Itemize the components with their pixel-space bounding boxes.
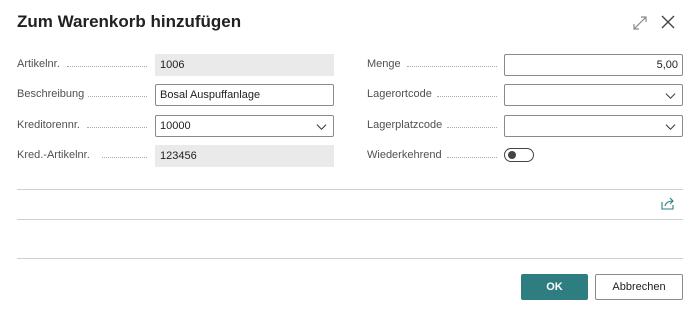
field-label-artikelnr: Artikelnr. [17, 58, 64, 70]
lagerplatzcode-select[interactable] [504, 115, 683, 137]
chevron-down-icon [316, 124, 327, 131]
toggle-knob [508, 151, 516, 159]
kreditorennr-select[interactable]: 10000 [155, 115, 334, 137]
kred-artikelnr-value: 123456 [155, 145, 334, 167]
cancel-button[interactable]: Abbrechen [595, 274, 683, 300]
beschreibung-input[interactable]: Bosal Auspuffanlage [155, 84, 334, 106]
dialog-title: Zum Warenkorb hinzufügen [17, 12, 242, 31]
divider [17, 189, 683, 190]
field-label-kred-artikelnr: Kred.-Artikelnr. [17, 149, 94, 161]
field-wiederkehrend: Wiederkehrend [367, 145, 683, 167]
artikelnr-value: 1006 [155, 54, 334, 76]
ok-button[interactable]: OK [521, 274, 588, 300]
expand-icon[interactable] [632, 15, 648, 31]
field-beschreibung: Beschreibung Bosal Auspuffanlage [17, 84, 334, 106]
kreditorennr-value: 10000 [160, 120, 191, 132]
menge-input[interactable]: 5,00 [504, 54, 683, 76]
field-label-wiederkehrend: Wiederkehrend [367, 149, 446, 161]
leader-dots [407, 66, 497, 67]
divider [17, 258, 683, 259]
field-kreditorennr: Kreditorennr. 10000 [17, 115, 334, 137]
leader-dots [437, 96, 497, 97]
leader-dots [102, 157, 147, 158]
leader-dots [67, 66, 147, 67]
close-icon[interactable] [660, 14, 676, 30]
leader-dots [447, 157, 497, 158]
field-lagerplatzcode: Lagerplatzcode [367, 115, 683, 137]
field-label-beschreibung: Beschreibung [17, 88, 89, 100]
field-artikelnr: Artikelnr. 1006 [17, 54, 334, 76]
leader-dots [87, 96, 147, 97]
field-kred-artikelnr: Kred.-Artikelnr. 123456 [17, 145, 334, 167]
field-label-menge: Menge [367, 58, 405, 70]
share-icon[interactable] [661, 197, 675, 210]
chevron-down-icon [665, 93, 676, 100]
leader-dots [87, 127, 147, 128]
leader-dots [447, 127, 497, 128]
wiederkehrend-toggle[interactable] [504, 148, 534, 162]
chevron-down-icon [665, 124, 676, 131]
divider [17, 219, 683, 220]
field-menge: Menge 5,00 [367, 54, 683, 76]
field-label-kreditorennr: Kreditorennr. [17, 119, 84, 131]
field-label-lagerplatzcode: Lagerplatzcode [367, 119, 447, 131]
field-label-lagerortcode: Lagerortcode [367, 88, 436, 100]
field-lagerortcode: Lagerortcode [367, 84, 683, 106]
lagerortcode-select[interactable] [504, 84, 683, 106]
